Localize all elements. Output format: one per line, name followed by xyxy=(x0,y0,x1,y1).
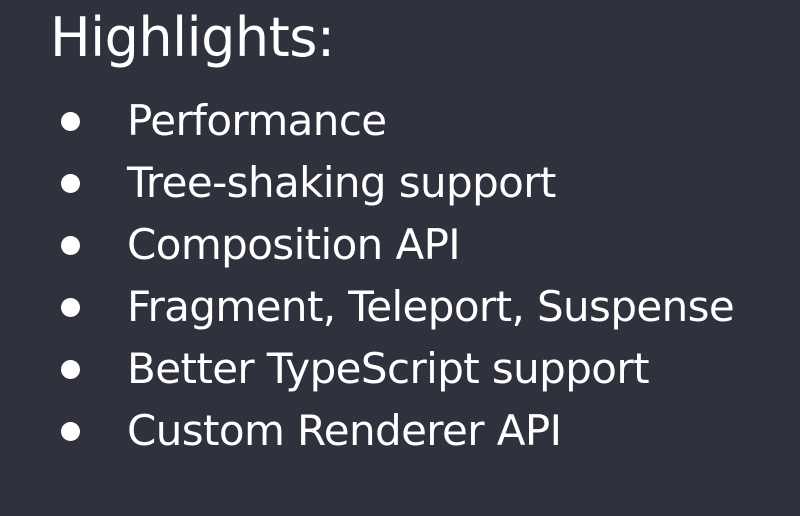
list-item: Fragment, Teleport, Suspense xyxy=(0,276,800,338)
bullet-icon xyxy=(61,174,80,193)
list-item: Performance xyxy=(0,90,800,152)
bullet-icon xyxy=(61,360,80,379)
bullet-text: Fragment, Teleport, Suspense xyxy=(127,282,735,331)
slide: Highlights: Performance Tree-shaking sup… xyxy=(0,0,800,516)
slide-title: Highlights: xyxy=(50,6,335,69)
bullet-icon xyxy=(61,236,80,255)
bullet-text: Performance xyxy=(127,96,387,145)
bullet-text: Tree-shaking support xyxy=(127,158,556,207)
list-item: Better TypeScript support xyxy=(0,338,800,400)
list-item: Composition API xyxy=(0,214,800,276)
bullet-text: Better TypeScript support xyxy=(127,344,650,393)
bullet-icon xyxy=(61,422,80,441)
bullet-text: Composition API xyxy=(127,220,461,269)
list-item: Tree-shaking support xyxy=(0,152,800,214)
list-item: Custom Renderer API xyxy=(0,400,800,462)
bullet-text: Custom Renderer API xyxy=(127,406,562,455)
bullet-icon xyxy=(61,112,80,131)
bullet-icon xyxy=(61,298,80,317)
highlights-list: Performance Tree-shaking support Composi… xyxy=(0,90,800,462)
